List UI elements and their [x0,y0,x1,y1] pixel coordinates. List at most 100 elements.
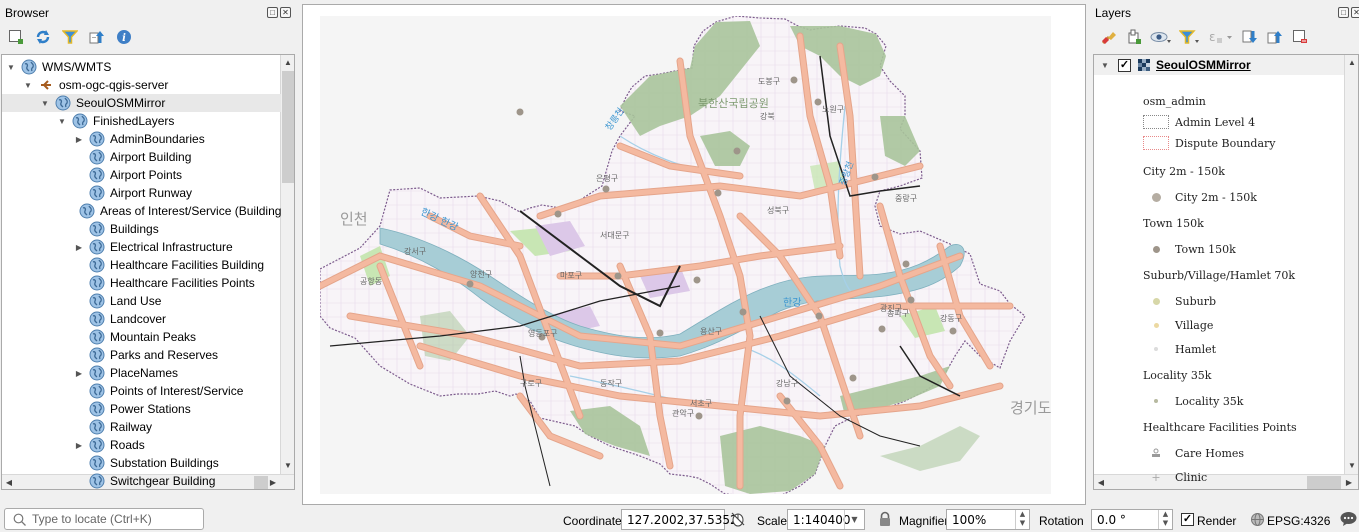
globe-icon [89,401,105,417]
scroll-thumb[interactable] [282,71,294,183]
browser-tree-item[interactable]: Land Use [2,292,281,310]
browser-tree-item[interactable]: Substation Buildings [2,454,281,472]
expand-arrow-icon[interactable]: ▼ [23,80,33,90]
crs-button[interactable]: EPSG:4326 [1267,514,1330,528]
spin-arrows[interactable]: ▲ ▼ [1015,510,1029,529]
svg-text:i: i [122,33,126,44]
browser-tree-item[interactable]: Points of Interest/Service [2,382,281,400]
browser-tree-item[interactable]: ▼ osm-ogc-qgis-server [2,76,281,94]
layer-row-seoulosmmirror[interactable]: ▼ ✓ SeoulOSMMirror [1094,55,1346,75]
browser-tree-item[interactable]: Mountain Peaks [2,328,281,346]
legend-item[interactable]: Dispute Boundary [1143,136,1275,150]
scroll-up-arrow[interactable]: ▲ [281,55,294,71]
add-selected-layers-icon[interactable] [7,28,25,46]
layer-name[interactable]: SeoulOSMMirror [1156,58,1251,72]
scroll-right-arrow[interactable]: ▶ [1342,475,1356,489]
filter-icon[interactable] [61,28,79,46]
legend-item[interactable]: City 2m - 150k [1143,190,1257,204]
legend-item[interactable]: Suburb [1143,294,1216,308]
collapse-arrow-icon[interactable]: ▼ [1100,60,1110,70]
collapsed-arrow-icon[interactable]: ▶ [74,242,84,252]
browser-tree-item[interactable]: Parks and Reserves [2,346,281,364]
town-dot [815,312,823,320]
legend-item[interactable]: Care Homes [1143,446,1244,460]
label-changneungcheon: 창릉천 [603,106,626,133]
browser-tree-item[interactable]: ▼ WMS/WMTS [2,58,281,76]
browser-tree-item[interactable]: ▶ Roads [2,436,281,454]
collapsed-arrow-icon[interactable]: ▶ [74,134,84,144]
browser-tree-item[interactable]: Airport Building [2,148,281,166]
scroll-up-arrow[interactable]: ▲ [1345,55,1358,71]
legend-item[interactable]: Village [1143,318,1213,332]
browser-tree-item[interactable]: Areas of Interest/Service (Building [2,202,281,220]
layer-visibility-checkbox[interactable]: ✓ [1118,58,1131,72]
magnifier-spinbox[interactable]: 100% ▲ ▼ [946,509,1030,530]
arrow-spacer [74,296,84,306]
chevron-down-icon[interactable]: ▼ [844,510,864,529]
float-panel-button[interactable]: □ [267,7,278,18]
visibility-icon[interactable] [1150,28,1172,46]
toggle-extents-mouse-icon[interactable] [730,511,746,530]
messages-icon[interactable] [1340,511,1357,530]
filter-legend-icon[interactable] [1179,28,1201,46]
browser-tree-item[interactable]: Switchgear Building [2,472,281,489]
scroll-down-arrow[interactable]: ▼ [281,458,294,474]
coordinate-field[interactable]: 127.2002,37.5352 [621,509,738,530]
refresh-icon[interactable] [34,28,52,46]
legend-item[interactable]: Admin Level 4 [1143,115,1255,129]
browser-tree-item[interactable]: Airport Points [2,166,281,184]
browser-tree-item[interactable]: ▶ Electrical Infrastructure [2,238,281,256]
map-canvas[interactable]: 인천 경기도 북한산국립공원 한강 한강 한강 중랑천 창릉천 도봉구 노원구 … [320,16,1051,494]
browser-tree-item[interactable]: ▼ FinishedLayers [2,112,281,130]
browser-tree-item[interactable]: Landcover [2,310,281,328]
legend-item[interactable]: Locality 35k [1143,394,1243,408]
arrow-spacer [74,350,84,360]
scale-combobox[interactable]: 1:140400 ▼ [787,509,865,530]
town-dot [714,189,722,197]
expression-filter-icon[interactable]: ε [1208,28,1234,46]
crs-globe-icon[interactable] [1250,512,1265,530]
scroll-left-arrow[interactable]: ◀ [1094,475,1108,489]
legend-vertical-scrollbar[interactable]: ▲ ▼ [1344,55,1358,474]
expand-arrow-icon[interactable]: ▼ [57,116,67,126]
collapsed-arrow-icon[interactable]: ▶ [74,440,84,450]
collapsed-arrow-icon[interactable]: ▶ [74,368,84,378]
render-checkbox[interactable]: ✓ [1181,513,1194,526]
add-group-icon[interactable] [1125,28,1143,46]
spin-arrows[interactable]: ▲ ▼ [1158,510,1172,529]
legend-header-label: Healthcare Facilities Points [1143,421,1297,434]
rotation-spinbox[interactable]: 0.0 ° ▲ ▼ [1091,509,1173,530]
browser-tree-item[interactable]: Railway [2,418,281,436]
remove-layer-icon[interactable] [1291,28,1309,46]
dotted-boundary-symbol [1143,136,1169,150]
browser-tree-item[interactable]: Airport Runway [2,184,281,202]
browser-tree-item[interactable]: Power Stations [2,400,281,418]
expand-arrow-icon[interactable]: ▼ [6,62,16,72]
legend-item[interactable]: + Clinic [1143,470,1207,484]
float-panel-button[interactable]: □ [1338,7,1349,18]
browser-tree-item[interactable]: ▼ SeoulOSMMirror [2,94,281,112]
legend-header-label: Suburb/Village/Hamlet 70k [1143,269,1296,282]
expand-arrow-icon[interactable]: ▼ [40,98,50,108]
expand-all-icon[interactable] [1241,28,1259,46]
browser-tree-item-label: Land Use [110,294,162,308]
close-panel-button[interactable]: ✕ [280,7,291,18]
close-panel-button[interactable]: ✕ [1351,7,1359,18]
style-manager-icon[interactable] [1100,28,1118,46]
legend-item[interactable]: Hamlet [1143,342,1216,356]
browser-tree-item-label: Healthcare Facilities Points [110,276,255,290]
legend-horizontal-scrollbar[interactable]: ◀ ▶ [1094,474,1358,489]
browser-tree-item[interactable]: ▶ AdminBoundaries [2,130,281,148]
browser-tree-item[interactable]: Healthcare Facilities Points [2,274,281,292]
browser-vertical-scrollbar[interactable]: ▲ ▼ [280,55,294,474]
properties-info-icon[interactable]: i [115,28,133,46]
browser-tree-item[interactable]: Healthcare Facilities Building [2,256,281,274]
browser-tree-item[interactable]: Buildings [2,220,281,238]
hscroll-thumb[interactable] [1307,476,1341,489]
scroll-down-arrow[interactable]: ▼ [1345,458,1358,474]
browser-tree-item[interactable]: ▶ PlaceNames [2,364,281,382]
collapse-all-icon[interactable] [1266,28,1284,46]
collapse-all-icon[interactable] [88,28,106,46]
lock-scale-icon[interactable] [878,511,892,530]
legend-item[interactable]: Town 150k [1143,242,1236,256]
